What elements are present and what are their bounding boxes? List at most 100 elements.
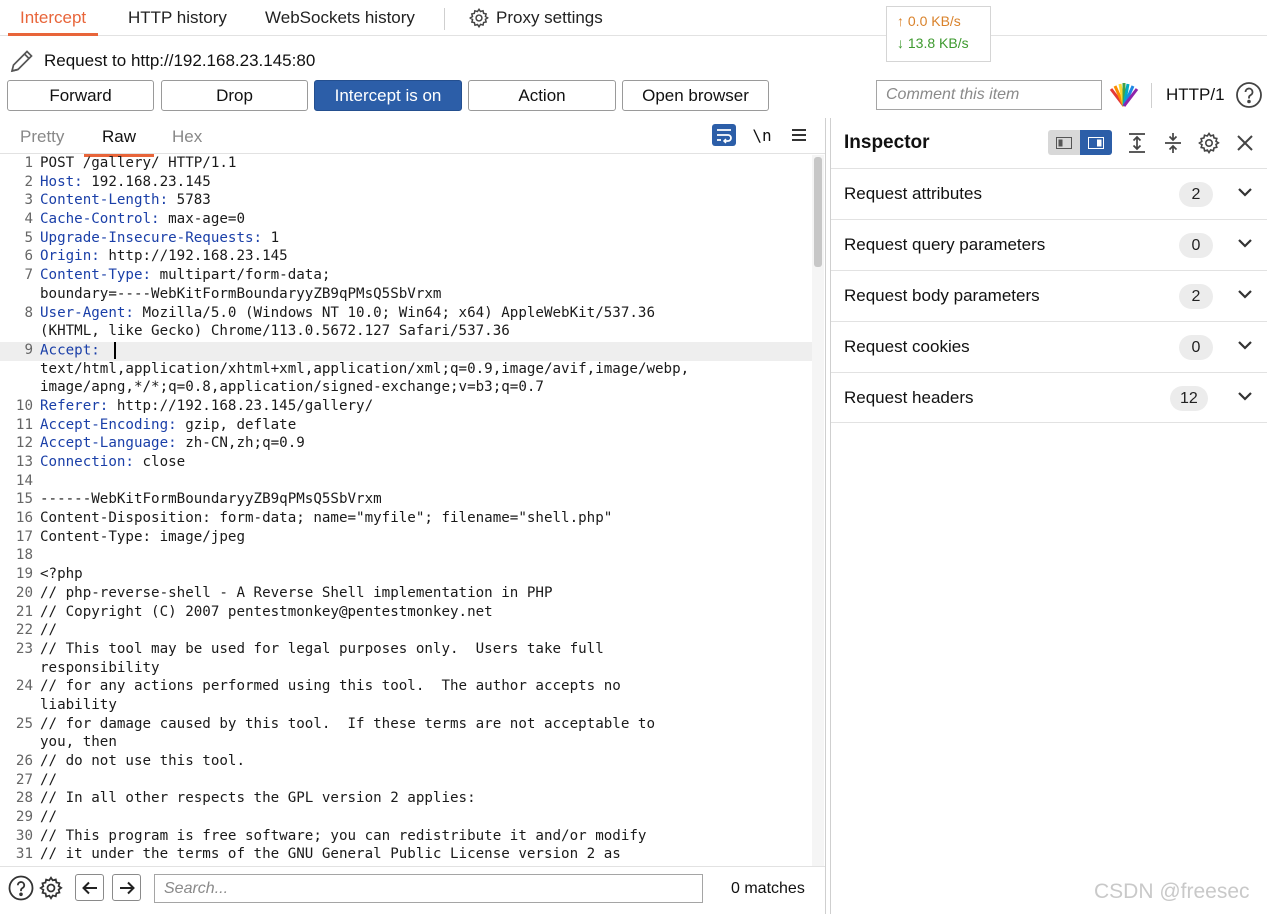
drop-button[interactable]: Drop	[161, 80, 308, 111]
header-name: Origin	[40, 248, 92, 265]
line-content: //	[40, 622, 58, 639]
code-line[interactable]: 20 // php-reverse-shell - A Reverse Shell…	[0, 585, 812, 604]
code-line[interactable]: 24 // for any actions performed using thi…	[0, 678, 812, 697]
code-line[interactable]: image/apng,*/*;q=0.8,application/signed-…	[0, 379, 812, 398]
request-editor[interactable]: 1 POST /gallery/ HTTP/1.1 2 Host: 192.168.2…	[0, 155, 812, 866]
code-line[interactable]: 31 // it under the terms of the GNU Gener…	[0, 846, 812, 865]
close-icon[interactable]	[1232, 130, 1258, 156]
layout-panel-icon[interactable]	[1080, 130, 1112, 155]
tab-intercept[interactable]: Intercept	[7, 0, 99, 36]
code-line[interactable]: 3 Content-Length: 5783	[0, 192, 812, 211]
line-number: 23	[15, 640, 33, 657]
inspector-section-request-headers[interactable]: Request headers 12	[831, 372, 1267, 423]
tab-websockets-history[interactable]: WebSockets history	[265, 0, 415, 36]
inspector-section-request-cookies[interactable]: Request cookies 0	[831, 321, 1267, 372]
collapse-all-icon[interactable]	[1160, 130, 1186, 156]
word-wrap-icon[interactable]	[711, 123, 737, 147]
code-line[interactable]: liability	[0, 697, 812, 716]
help-icon[interactable]	[1235, 81, 1263, 109]
code-line[interactable]: 1 POST /gallery/ HTTP/1.1	[0, 155, 812, 174]
code-line[interactable]: 9 Accept:	[0, 341, 812, 361]
comment-input[interactable]	[876, 80, 1102, 110]
code-line[interactable]: you, then	[0, 734, 812, 753]
previous-match-button[interactable]	[75, 874, 104, 901]
editor-scrollbar[interactable]	[812, 155, 824, 866]
code-line[interactable]: 28 // In all other respects the GPL versi…	[0, 790, 812, 809]
tab-raw[interactable]: Raw	[83, 127, 155, 157]
line-content: <?php	[40, 566, 83, 583]
code-line[interactable]: (KHTML, like Gecko) Chrome/113.0.5672.12…	[0, 323, 812, 342]
tab-pretty[interactable]: Pretty	[20, 127, 64, 147]
header-colon: :	[168, 435, 177, 452]
header-value: close	[133, 454, 186, 470]
line-number: 8	[24, 304, 33, 321]
http-version-selector[interactable]: HTTP/1	[1166, 85, 1225, 105]
help-icon[interactable]	[8, 875, 34, 901]
arrow-right-icon	[118, 880, 136, 896]
show-newlines-toggle[interactable]: \n	[749, 123, 775, 147]
code-line[interactable]: 22 //	[0, 622, 812, 641]
search-input[interactable]	[154, 874, 703, 903]
menu-icon[interactable]	[786, 123, 812, 147]
code-line[interactable]: responsibility	[0, 660, 812, 679]
line-content: (KHTML, like Gecko) Chrome/113.0.5672.12…	[40, 323, 510, 340]
code-line[interactable]: 21 // Copyright (C) 2007 pentestmonkey@pe…	[0, 604, 812, 623]
code-line[interactable]: 4 Cache-Control: max-age=0	[0, 211, 812, 230]
inspector-title: Inspector	[844, 132, 930, 153]
code-line[interactable]: 8 User-Agent: Mozilla/5.0 (Windows NT 10.…	[0, 305, 812, 324]
action-button[interactable]: Action	[468, 80, 616, 111]
code-line[interactable]: 11 Accept-Encoding: gzip, deflate	[0, 417, 812, 436]
section-label: Request headers	[844, 388, 974, 407]
code-line[interactable]: 27 //	[0, 772, 812, 791]
highlight-color-icon[interactable]	[1108, 81, 1140, 109]
code-line[interactable]: 13 Connection: close	[0, 454, 812, 473]
inspector-settings-gear-icon[interactable]	[1196, 130, 1222, 156]
tab-http-history[interactable]: HTTP history	[128, 0, 227, 36]
code-line[interactable]: 14	[0, 473, 812, 492]
code-line[interactable]: boundary=----WebKitFormBoundaryyZB9qPMsQ…	[0, 286, 812, 305]
line-number: 4	[24, 211, 33, 228]
editor-scrollbar-thumb[interactable]	[814, 157, 822, 267]
code-line[interactable]: 19 <?php	[0, 566, 812, 585]
code-line[interactable]: 18	[0, 547, 812, 566]
code-line[interactable]: 30 // This program is free software; you …	[0, 828, 812, 847]
next-match-button[interactable]	[112, 874, 141, 901]
expand-all-icon[interactable]	[1124, 130, 1150, 156]
proxy-tab-bar: Intercept HTTP history WebSockets histor…	[0, 0, 1267, 36]
code-line[interactable]: 2 Host: 192.168.23.145	[0, 174, 812, 193]
code-line[interactable]: 10 Referer: http://192.168.23.145/gallery…	[0, 398, 812, 417]
pencil-icon[interactable]	[8, 47, 36, 75]
inspector-section-request-attributes[interactable]: Request attributes 2	[831, 168, 1267, 219]
header-name: Cache-Control	[40, 211, 152, 228]
tab-proxy-settings[interactable]: Proxy settings	[468, 0, 603, 36]
line-text: Content-Disposition: form-data; name="my…	[36, 510, 812, 529]
inspector-section-request-body-parameters[interactable]: Request body parameters 2	[831, 270, 1267, 321]
intercept-toggle-button[interactable]: Intercept is on	[314, 80, 462, 111]
code-line[interactable]: 15 ------WebKitFormBoundaryyZB9qPMsQ5SbVr…	[0, 491, 812, 510]
line-number: 13	[15, 454, 33, 470]
code-line[interactable]: 5 Upgrade-Insecure-Requests: 1	[0, 230, 812, 249]
code-line[interactable]: 16 Content-Disposition: form-data; name="…	[0, 510, 812, 529]
code-line[interactable]: 7 Content-Type: multipart/form-data;	[0, 267, 812, 286]
inspector-layout-toggle[interactable]	[1048, 130, 1112, 155]
code-line[interactable]: 6 Origin: http://192.168.23.145	[0, 248, 812, 267]
line-text: Accept-Language: zh-CN,zh;q=0.9	[36, 435, 812, 454]
line-text: // This program is free software; you ca…	[36, 828, 812, 847]
code-line[interactable]: 26 // do not use this tool.	[0, 753, 812, 772]
forward-button[interactable]: Forward	[7, 80, 154, 111]
code-line[interactable]: 23 // This tool may be used for legal pur…	[0, 641, 812, 660]
header-colon: :	[74, 173, 83, 190]
tab-hex[interactable]: Hex	[172, 127, 202, 147]
code-line[interactable]: 12 Accept-Language: zh-CN,zh;q=0.9	[0, 435, 812, 454]
open-browser-button[interactable]: Open browser	[622, 80, 769, 111]
search-settings-gear-icon[interactable]	[38, 875, 64, 901]
line-text: Upgrade-Insecure-Requests: 1	[36, 230, 812, 249]
inspector-section-request-query-parameters[interactable]: Request query parameters 0	[831, 219, 1267, 270]
layout-list-icon[interactable]	[1048, 130, 1080, 155]
code-line[interactable]: 25 // for damage caused by this tool. If …	[0, 716, 812, 735]
code-line[interactable]: text/html,application/xhtml+xml,applicat…	[0, 361, 812, 380]
chevron-down-icon	[1237, 389, 1253, 407]
code-line[interactable]: 17 Content-Type: image/jpeg	[0, 529, 812, 548]
text-caret	[114, 341, 117, 359]
code-line[interactable]: 29 //	[0, 809, 812, 828]
